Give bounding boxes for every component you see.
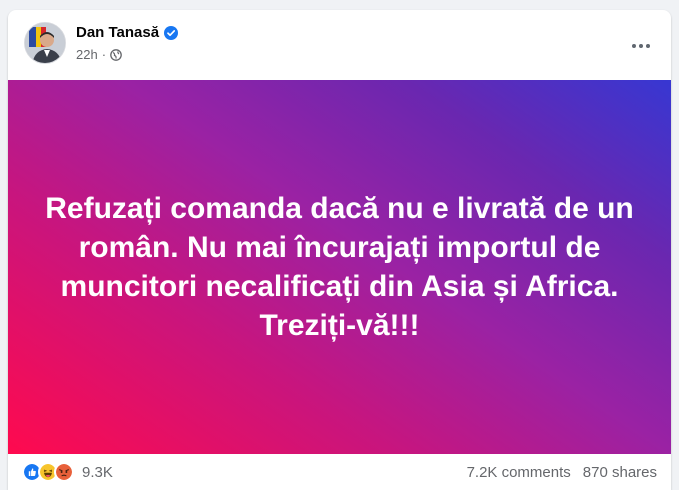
comments-count[interactable]: 7.2K comments [467,464,571,481]
verified-badge-icon [164,25,179,40]
globe-icon[interactable] [110,48,122,61]
author-name-row: Dan Tanasă [76,24,179,41]
post-footer: 9.3K 7.2K comments 870 shares [8,454,671,490]
author-avatar[interactable] [24,22,66,64]
post-background[interactable]: Refuzați comanda dacă nu e livrată de un… [8,80,671,454]
more-options-icon[interactable] [627,32,655,60]
angry-reaction-icon [54,462,74,482]
post-meta: 22h · [76,47,122,62]
engagement-counts: 7.2K comments 870 shares [467,464,657,481]
meta-separator: · [101,47,107,62]
post-header: Dan Tanasă 22h · [8,10,671,80]
reactions-count: 9.3K [82,463,113,481]
avatar-image [25,23,65,63]
author-name[interactable]: Dan Tanasă [76,24,159,41]
post-timestamp[interactable]: 22h [76,47,98,62]
post-card: Dan Tanasă 22h · Refuzați comanda dacă n… [8,10,671,490]
reactions-summary[interactable]: 9.3K [22,462,113,482]
post-text: Refuzați comanda dacă nu e livrată de un… [45,192,634,342]
shares-count[interactable]: 870 shares [583,464,657,481]
reaction-icons [22,462,74,482]
